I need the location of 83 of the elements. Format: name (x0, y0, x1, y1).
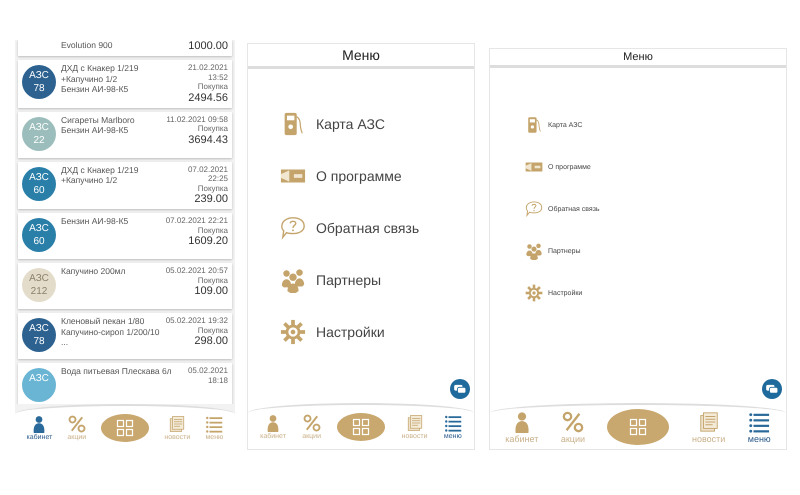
station-badge: АЗС 60 (22, 166, 56, 200)
transaction-card[interactable]: АЗС 78 Кленовый пекан 1/80 Капучино-сироп 1/200/10 ... 05.02.2021 19:32 Покупка 298.00 (18, 313, 232, 359)
date-text: 05.02.2021 20:57 (166, 266, 228, 276)
amount-text: 239.00 (193, 193, 228, 206)
gear-icon (280, 319, 306, 345)
amount-text: 1609.20 (187, 235, 228, 248)
menu-icon (205, 415, 224, 433)
time-text: 18:18 (206, 376, 228, 385)
amount-text: 3694.43 (187, 134, 228, 146)
fuel-pump-icon (525, 116, 543, 134)
menu-item[interactable]: Партнеры (280, 267, 474, 293)
date-text: 05.02.2021 19:32 (166, 316, 228, 326)
type-text: Покупка (196, 184, 228, 193)
type-text: Покупка (196, 276, 228, 285)
transaction-card[interactable]: АЗС 22 Сигареты Marlboro Бензин АИ-98-К5 11.02.2021 09:58 Покупка 3694.43 (18, 112, 232, 158)
item-name: ДХД с Кнакер 1/219 (61, 164, 140, 175)
qr-code-button[interactable] (101, 414, 150, 442)
station-badge: АЗС 78 (22, 65, 56, 99)
menu-item[interactable]: Карта АЗС (280, 111, 474, 137)
menu-item[interactable]: О программе (280, 163, 474, 189)
type-text: Покупка (196, 226, 228, 235)
transaction-card[interactable]: АЗС 60 Бензин АИ-98-К5 07.02.2021 22:21 Покупка 1609.20 (18, 213, 232, 259)
screen-title: Меню (342, 47, 380, 63)
screen-title: Меню (623, 51, 653, 63)
item-name: Бензин АИ-98-К5 (61, 216, 130, 226)
station-badge: АЗС 60 (22, 218, 56, 252)
transaction-card[interactable]: АЗС 78 ДХД с Кнакер 1/219 +Капучино 1/2 Бензин АИ-98-К5 21.02.2021 13:52 Покупка 2494.56 (18, 60, 232, 108)
amount-text: 1000.00 (188, 40, 228, 53)
transaction-card[interactable]: АЗС Вода питьевая Плескава 6л 05.02.2021 18:18 (18, 363, 232, 404)
time-text: 22:25 (206, 174, 228, 184)
item-name: +Капучино 1/2 (61, 175, 118, 186)
newspaper-icon (698, 410, 720, 432)
transaction-card[interactable]: Evolution 900 1000.00 (18, 40, 232, 56)
gear-icon (525, 284, 543, 302)
amount-text: 109.00 (193, 285, 228, 298)
nav-tab[interactable]: меню (748, 410, 771, 444)
item-name: +Капучино 1/2 (61, 74, 118, 84)
date-text: 07.02.2021 (188, 164, 228, 174)
station-badge: АЗС 78 (22, 318, 56, 352)
question-bubble-icon (280, 215, 306, 241)
qr-code-icon (352, 418, 370, 436)
date-text: 05.02.2021 (188, 366, 228, 376)
station-badge: АЗС 212 (22, 268, 56, 302)
percent-icon (68, 415, 86, 433)
item-name: Капучино-сироп 1/200/10 (61, 326, 160, 337)
menu-icon (748, 410, 770, 432)
qr-code-icon (629, 418, 648, 436)
transaction-card[interactable]: АЗС 212 Капучино 200мл 05.02.2021 20:57 Покупка 109.00 (18, 263, 232, 309)
item-name: ... (61, 337, 70, 348)
people-icon (525, 242, 543, 260)
item-name: ДХД с Кнакер 1/219 (61, 63, 140, 74)
item-name: Вода питьевая Плескава 6л (61, 366, 173, 376)
qr-code-button[interactable] (337, 413, 386, 441)
time-text: 13:52 (206, 72, 228, 82)
transaction-card[interactable]: АЗС 60 ДХД с Кнакер 1/219 +Капучино 1/2 07.02.2021 22:25 Покупка 239.00 (18, 162, 232, 209)
qr-code-icon (116, 419, 134, 437)
type-text: Покупка (196, 82, 228, 92)
chat-button[interactable] (762, 379, 782, 399)
question-bubble-icon (525, 200, 543, 218)
newspaper-icon (168, 415, 186, 433)
newspaper-icon (406, 414, 424, 432)
item-name: Бензин АИ-98-К5 (61, 125, 130, 136)
date-text: 11.02.2021 09:58 (166, 114, 228, 124)
percent-icon (302, 414, 321, 432)
station-badge: АЗС (22, 368, 56, 402)
item-name: Капучино 200мл (61, 266, 126, 276)
menu-item[interactable]: Настройки (280, 319, 474, 345)
percent-icon (562, 410, 584, 432)
date-text: 07.02.2021 22:21 (166, 216, 228, 226)
chat-button[interactable] (450, 379, 470, 399)
date-text: 21.02.2021 (188, 63, 228, 72)
item-name: Кленовый пекан 1/80 (61, 316, 146, 326)
item-name: Сигареты Marlboro (61, 114, 136, 125)
menu-item[interactable]: Обратная связь (280, 215, 474, 241)
amount-text: 2494.56 (188, 92, 228, 104)
type-text: Покупка (196, 326, 228, 335)
item-name: Evolution 900 (61, 40, 114, 50)
amount-text: 298.00 (193, 335, 228, 348)
menu-icon (444, 414, 462, 432)
people-icon (280, 267, 306, 293)
type-text: Покупка (196, 124, 228, 134)
item-name: Бензин АИ-98-К5 (61, 84, 130, 94)
station-badge: АЗС 22 (22, 116, 56, 150)
